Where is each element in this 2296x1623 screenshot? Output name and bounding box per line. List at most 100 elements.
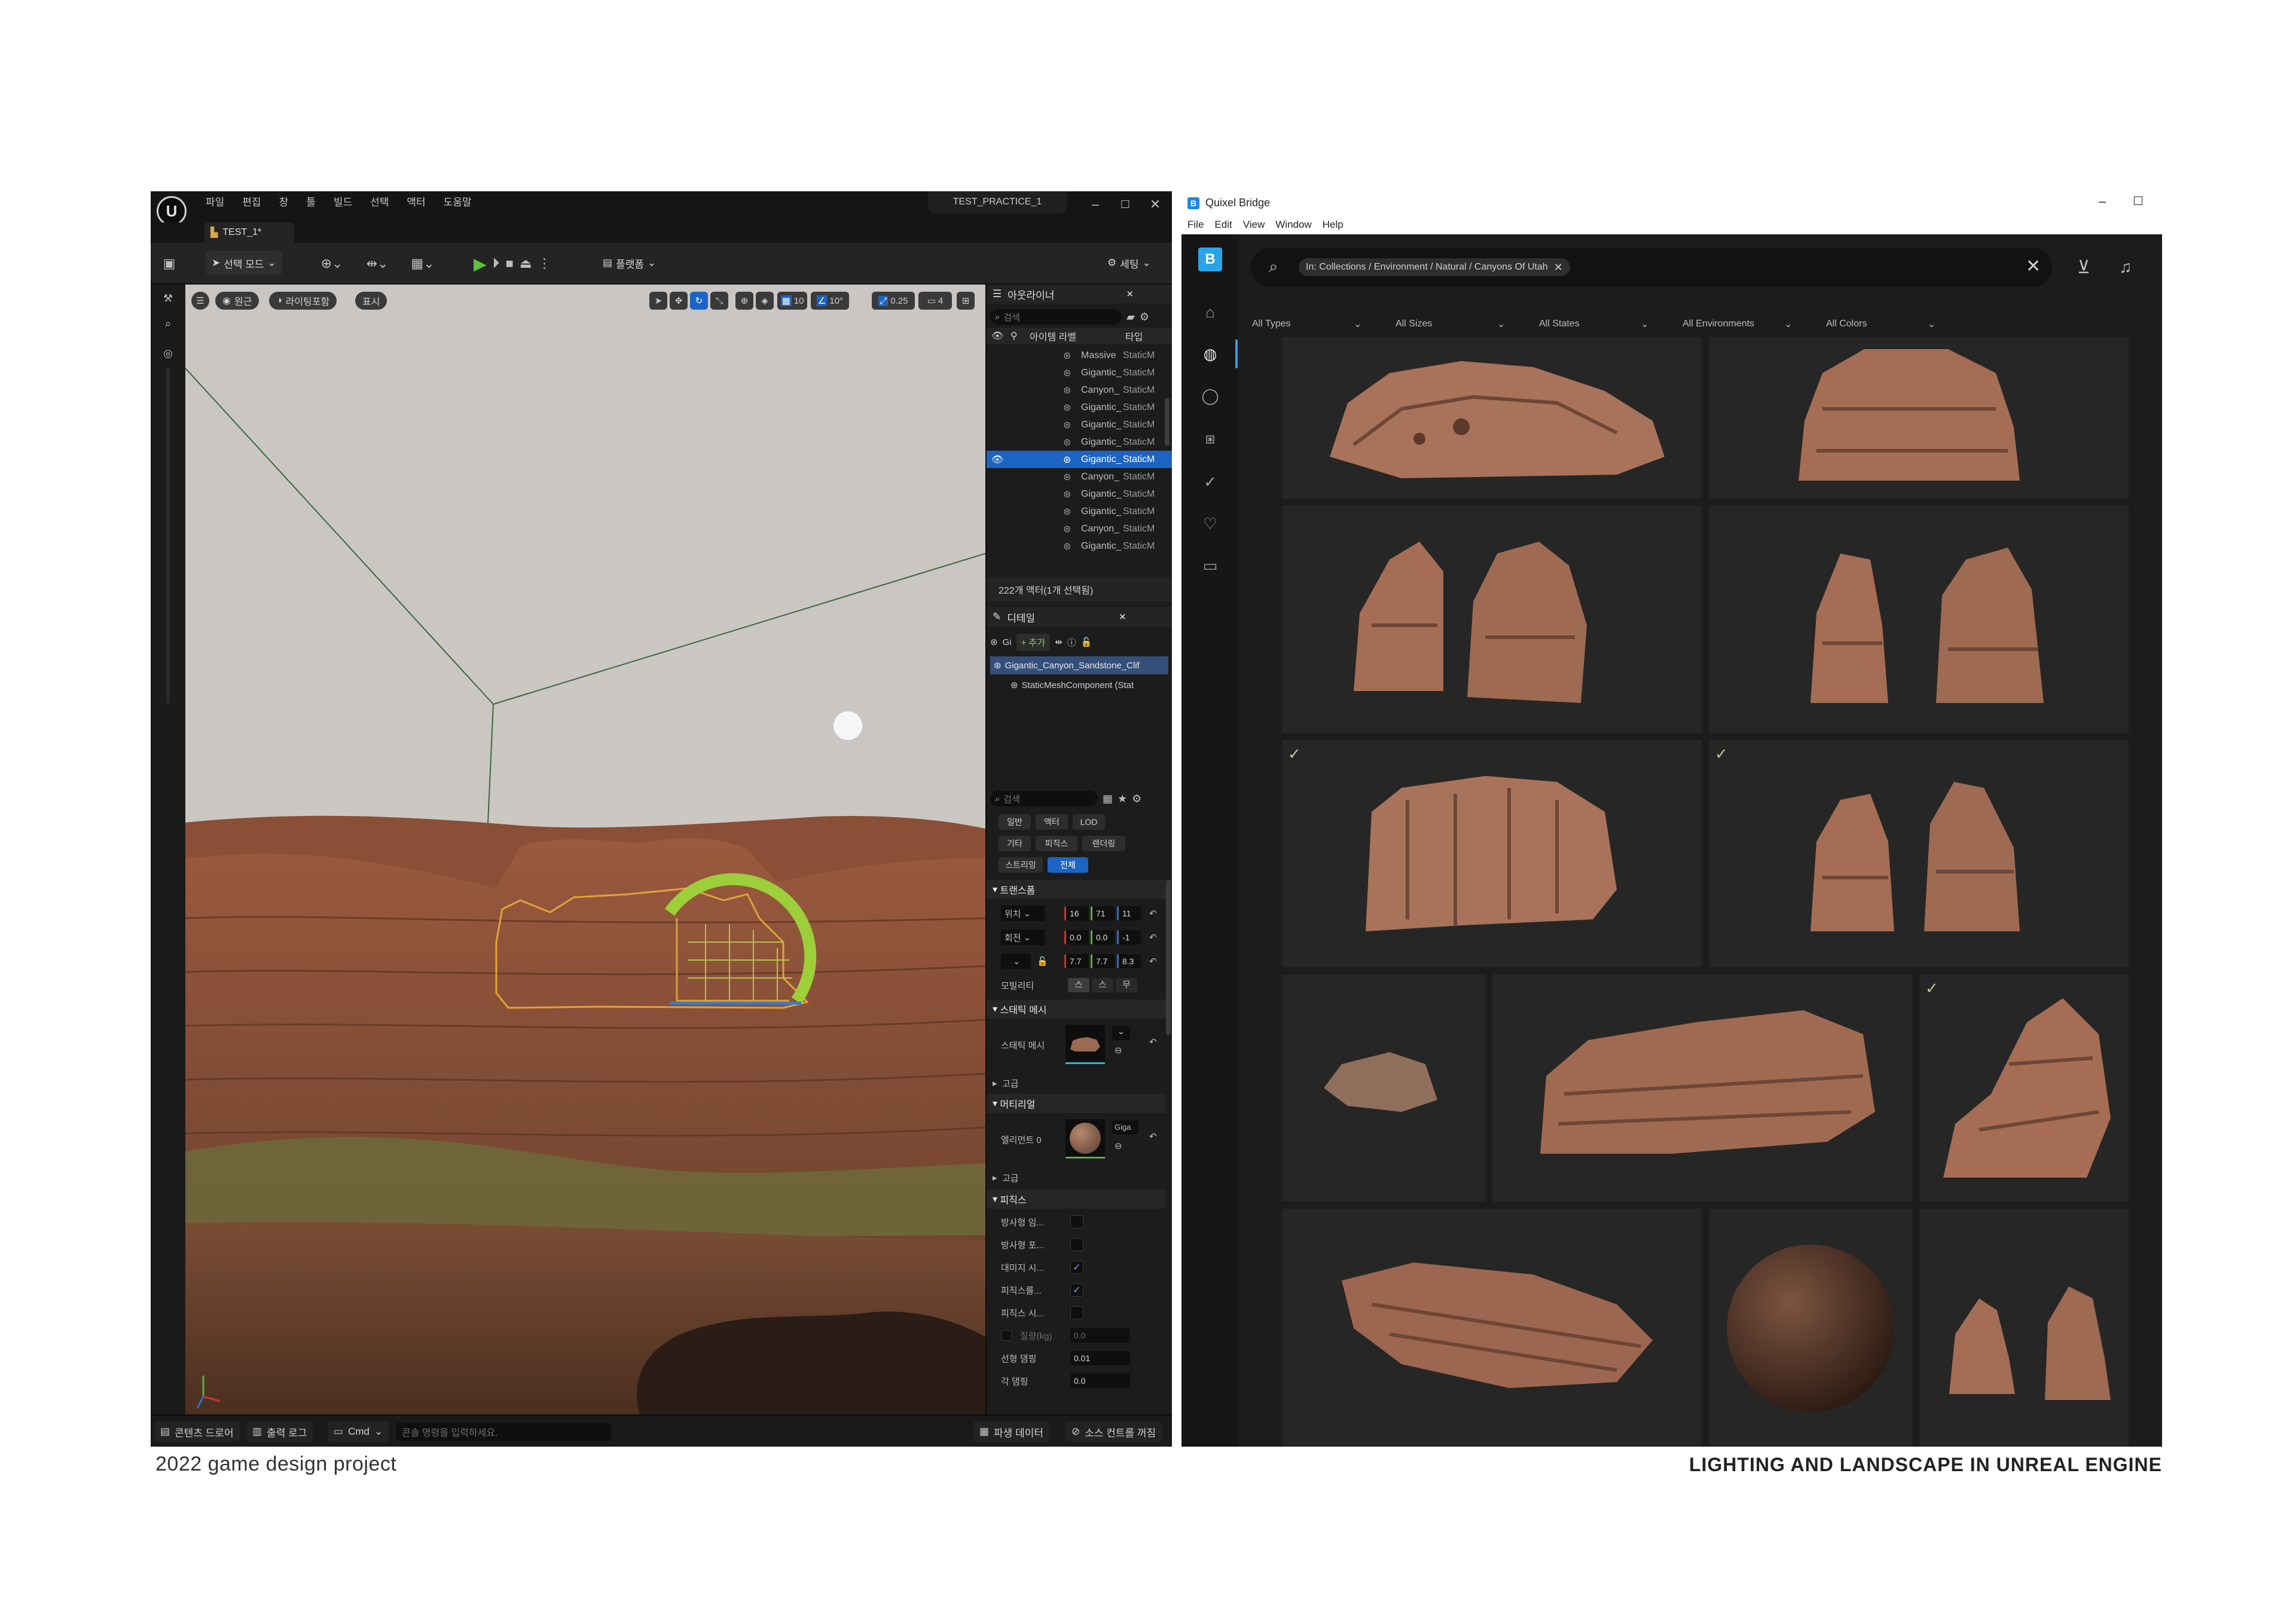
asset-tile[interactable] — [1709, 1209, 1912, 1447]
surface-snap-icon[interactable]: ◈ — [756, 292, 774, 310]
select-mode-button[interactable]: ➤ 선택 모드 ⌄ — [206, 251, 282, 275]
menu-file[interactable]: File — [1187, 219, 1204, 231]
content-drawer-button[interactable]: ▤ 콘텐츠 드로어 — [154, 1422, 240, 1442]
lock-icon[interactable]: 🔓 — [1037, 956, 1048, 967]
step-icon[interactable]: ⏵ — [493, 255, 500, 272]
world-space-icon[interactable]: ⊕ — [735, 292, 753, 310]
mobility-stationary[interactable]: 스 — [1092, 978, 1113, 992]
physics-checkbox-checked[interactable]: ✓ — [1070, 1283, 1083, 1297]
filter-types[interactable]: All Types ⌄ — [1252, 311, 1372, 337]
heart-icon[interactable]: ♡ — [1198, 512, 1222, 536]
scale-z[interactable]: 8.3 — [1117, 954, 1141, 968]
asset-tile[interactable] — [1492, 974, 1912, 1202]
filter-environments[interactable]: All Environments ⌄ — [1683, 311, 1802, 337]
outliner-row[interactable]: ⊛ Gigantic_ StaticM — [987, 503, 1172, 520]
menu-build[interactable]: 빌드 — [334, 194, 352, 209]
minimize-icon[interactable]: – — [1083, 194, 1107, 215]
outliner-scrollbar[interactable] — [1165, 398, 1170, 446]
outliner-row[interactable]: ⊛ Gigantic_ StaticM — [987, 485, 1172, 503]
location-z[interactable]: 11 — [1117, 906, 1141, 921]
level-tab[interactable]: ▙ TEST_1* — [204, 222, 294, 243]
section-advanced[interactable]: ▸ 고급 — [987, 1072, 1166, 1094]
physics-checkbox[interactable] — [1070, 1215, 1083, 1228]
menu-window[interactable]: Window — [1275, 219, 1311, 231]
tools-icon[interactable]: ⚒ — [158, 288, 178, 308]
section-transform[interactable]: ▾ 트랜스폼 — [987, 880, 1166, 899]
output-log-button[interactable]: ▥ 출력 로그 — [246, 1422, 313, 1442]
outliner-row[interactable]: ⊛ Canyon_ StaticM — [987, 520, 1172, 537]
outliner-row[interactable]: ⊛ Gigantic_ StaticM — [987, 364, 1172, 381]
location-x[interactable]: 16 — [1064, 906, 1088, 921]
eject-icon[interactable]: ⏏ — [520, 256, 532, 271]
outliner-row[interactable]: ⊛ Canyon_ StaticM — [987, 468, 1172, 485]
section-physics[interactable]: ▾ 피직스 — [987, 1190, 1166, 1209]
close-tab-icon[interactable]: ✕ — [1119, 612, 1126, 622]
column-type[interactable]: 타입 — [1125, 329, 1143, 343]
filter-tab-general[interactable]: 일반 — [999, 814, 1031, 830]
clear-search-icon[interactable]: ✕ — [2026, 256, 2041, 277]
show-button[interactable]: 표시 — [355, 292, 387, 310]
minimize-icon[interactable]: – — [2090, 194, 2114, 213]
section-static-mesh[interactable]: ▾ 스태틱 메시 — [987, 1000, 1166, 1019]
reset-icon[interactable]: ↶ — [1149, 1131, 1157, 1142]
maximize-icon[interactable]: ☐ — [1113, 194, 1137, 215]
derived-data-button[interactable]: ▦ 파생 데이터 — [973, 1422, 1049, 1442]
settings-button[interactable]: ⚙ 세팅 ⌄ — [1101, 251, 1157, 275]
section-materials[interactable]: ▾ 머티리얼 — [987, 1094, 1166, 1113]
static-mesh-thumbnail[interactable] — [1065, 1025, 1105, 1064]
filter-colors[interactable]: All Colors ⌄ — [1826, 311, 1946, 337]
globe-icon[interactable]: ◍ — [1198, 342, 1222, 366]
lock-icon[interactable]: 🔓 — [1081, 637, 1092, 647]
scale-y[interactable]: 7.7 — [1091, 954, 1115, 968]
mobility-static[interactable]: 스 — [1068, 978, 1089, 992]
filter-tab-all[interactable]: 전체 — [1048, 857, 1088, 873]
brush-icon[interactable]: ◎ — [158, 343, 178, 363]
column-item-label[interactable]: 아이템 라벨 — [1030, 329, 1076, 343]
help-icon[interactable]: ⓘ — [1067, 636, 1076, 649]
filter-tab-physics[interactable]: 피직스 — [1036, 836, 1077, 851]
pin-icon[interactable]: ⚲ — [1010, 330, 1018, 342]
breadcrumb-chip[interactable]: In: Collections / Environment / Natural … — [1299, 258, 1570, 276]
asset-tile[interactable] — [1709, 337, 2129, 499]
rotation-dropdown[interactable]: 회전 ⌄ — [1001, 930, 1045, 945]
material-name-field[interactable]: Giga — [1112, 1120, 1138, 1135]
close-icon[interactable]: ✕ — [1143, 194, 1167, 215]
play-icon[interactable]: ▶ — [474, 254, 487, 274]
scale-dropdown[interactable]: ⌄ — [1001, 953, 1031, 969]
search-icon[interactable]: ⌕ — [158, 313, 178, 334]
outliner-search-field[interactable]: ⌕ 검색 — [990, 309, 1122, 325]
outliner-row[interactable]: ⊛ Gigantic_ StaticM — [987, 537, 1172, 555]
reset-icon[interactable]: ↶ — [1149, 956, 1157, 967]
bridge-search-bar[interactable]: ⌕ In: Collections / Environment / Natura… — [1251, 247, 2052, 287]
outliner-row[interactable]: ⊛ Massive StaticM — [987, 347, 1172, 364]
asset-tile[interactable]: ✓ — [1709, 740, 2129, 967]
save-icon[interactable]: ▣ — [159, 253, 179, 274]
console-input[interactable]: 콘솔 명령을 입력하세요. — [396, 1423, 611, 1441]
source-control-button[interactable]: ⊘ 소스 컨트롤 꺼짐 — [1065, 1422, 1162, 1442]
gear-icon[interactable]: ⚙ — [1140, 311, 1149, 323]
filter-tab-streaming[interactable]: 스트리밍 — [999, 857, 1043, 873]
blueprint-icon[interactable]: ⇹ — [1055, 637, 1062, 647]
component-child-row[interactable]: ⊛ StaticMeshComponent (Stat — [1010, 677, 1170, 693]
linear-damping-field[interactable]: 0.01 — [1070, 1351, 1130, 1365]
visibility-icon[interactable]: 👁 — [991, 330, 1003, 342]
bell-icon[interactable]: ♫ — [2112, 253, 2139, 281]
scale-x[interactable]: 7.7 — [1064, 954, 1088, 968]
filter-sizes[interactable]: All Sizes ⌄ — [1396, 311, 1515, 337]
details-tab[interactable]: ✎ 디테일 ✕ — [987, 607, 1172, 626]
reset-icon[interactable]: ↶ — [1149, 908, 1157, 919]
scale-tool-icon[interactable]: ⤡ — [710, 292, 728, 310]
outliner-row[interactable]: ⊛ Canyon_ StaticM — [987, 381, 1172, 399]
material-thumbnail[interactable] — [1065, 1119, 1105, 1159]
add-actor-icon[interactable]: ⊕⌄ — [316, 253, 348, 274]
outliner-tab[interactable]: ☰ 아웃라이너 ✕ — [987, 285, 1172, 304]
reset-icon[interactable]: ↶ — [1149, 932, 1157, 943]
cinematics-icon[interactable]: ▦⌄ — [407, 253, 439, 274]
mobility-movable[interactable]: 무 — [1116, 978, 1137, 992]
mass-field[interactable]: 0.0 — [1070, 1328, 1130, 1343]
camera-speed-button[interactable]: ▭ 4 — [918, 292, 952, 310]
asset-tile[interactable] — [1919, 1209, 2129, 1447]
star-icon[interactable]: ★ — [1118, 793, 1127, 805]
more-options-icon[interactable]: ⋮ — [538, 256, 551, 271]
menu-window[interactable]: 창 — [279, 194, 289, 209]
